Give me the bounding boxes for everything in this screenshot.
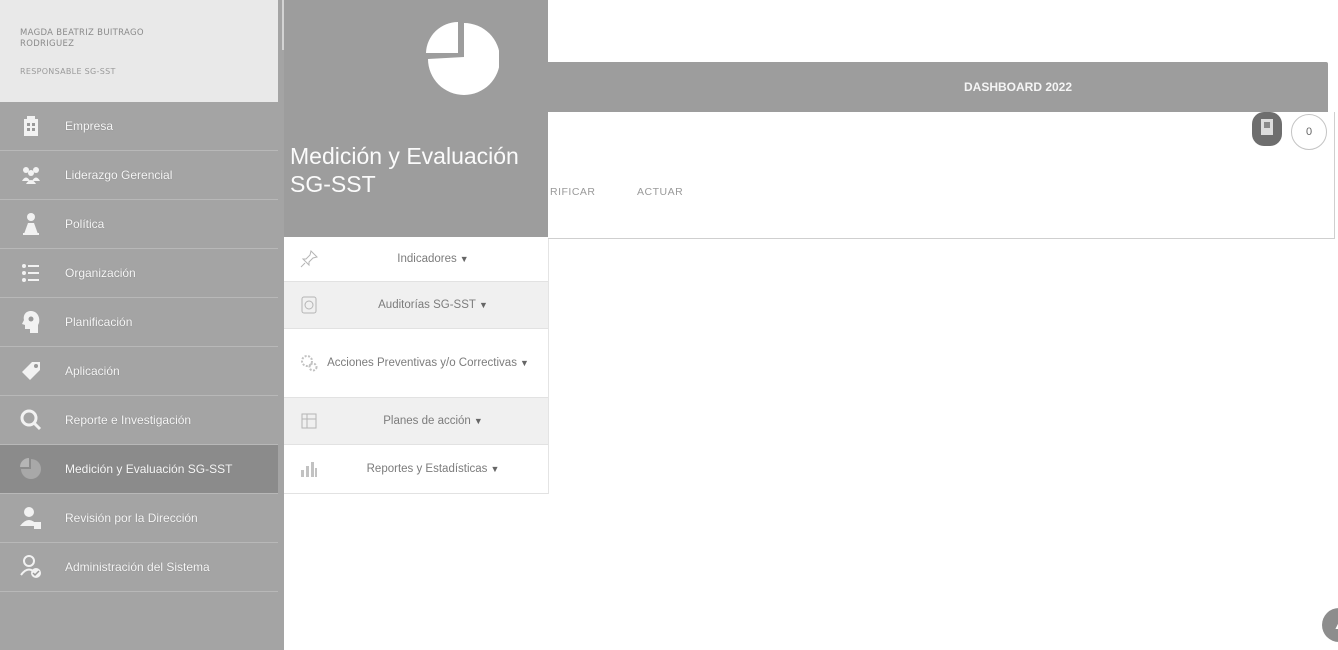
section-header: Medición y Evaluación SG-SST [284,0,548,237]
submenu-item-acciones[interactable]: Acciones Preventivas y/o Correctivas ▼ [284,329,548,398]
gears-icon [298,352,320,374]
caret-down-icon: ▼ [459,253,469,264]
sidebar-item-empresa[interactable]: Empresa [0,102,278,151]
submenu-item-label: Reportes y Estadísticas [366,462,488,475]
audit-icon [298,294,320,316]
bar-chart-icon [298,458,320,480]
sidebar-item-label: Administración del Sistema [65,560,210,574]
sidebar-item-label: Organización [65,266,136,280]
submenu-item-label: Planes de acción [383,414,471,427]
admin-user-icon [19,555,43,579]
chevron-up-icon: ▲ [1333,618,1338,632]
sidebar-item-label: Política [65,217,105,231]
sidebar-item-planificacion[interactable]: Planificación [0,298,278,347]
section-title: Medición y Evaluación SG-SST [290,143,519,197]
tab-actuar[interactable]: ACTUAR [637,186,683,198]
section-submenu: Indicadores ▼ Auditorías SG-SST ▼ Acciones… [284,237,549,494]
document-icon [1259,118,1275,141]
caret-down-icon: ▼ [519,357,529,368]
sidebar-item-politica[interactable]: Política [0,200,278,249]
team-icon [19,163,43,187]
caret-down-icon: ▼ [478,299,488,310]
user-profile: MAGDA BEATRIZ BUITRAGO RODRIGUEZ RESPONS… [0,0,278,102]
user-role: RESPONSABLE SG-SST [20,67,116,76]
sidebar-item-label: Reporte e Investigación [65,413,192,427]
user-name: MAGDA BEATRIZ BUITRAGO RODRIGUEZ [20,28,144,49]
dashboard-title: DASHBOARD 2022 [963,80,1073,94]
floating-help-button[interactable]: ▲ [1322,608,1338,642]
pie-chart-icon [19,457,43,481]
manager-icon [19,506,43,530]
pin-icon [298,248,320,270]
tab-verificar[interactable]: RIFICAR [550,186,596,198]
sidebar-menu: Empresa Liderazgo Gerencial Política Org… [0,102,278,592]
dashboard-action-button[interactable] [1252,112,1282,146]
dashboard-header: DASHBOARD 2022 [548,62,1328,112]
submenu-item-indicadores[interactable]: Indicadores ▼ [284,237,548,282]
dashboard-panel [548,112,1335,239]
sidebar-item-revision[interactable]: Revisión por la Dirección [0,494,278,543]
tag-icon [19,359,43,383]
sidebar-item-label: Liderazgo Gerencial [65,168,173,182]
list-icon [19,261,43,285]
dashboard-counter-button[interactable]: 0 [1291,114,1327,150]
sidebar-item-label: Aplicación [65,364,120,378]
sidebar: MAGDA BEATRIZ BUITRAGO RODRIGUEZ RESPONS… [0,0,284,650]
sidebar-item-label: Empresa [65,119,114,133]
counter-label: 0 [1305,126,1313,138]
submenu-item-auditorias[interactable]: Auditorías SG-SST ▼ [284,282,548,329]
sidebar-item-administracion[interactable]: Administración del Sistema [0,543,278,592]
submenu-item-reportes[interactable]: Reportes y Estadísticas ▼ [284,445,548,494]
sidebar-item-organizacion[interactable]: Organización [0,249,278,298]
submenu-item-planes[interactable]: Planes de acción ▼ [284,398,548,445]
pie-chart-icon [426,22,499,95]
building-icon [19,114,43,138]
magnifier-icon [19,408,43,432]
plan-icon [298,410,320,432]
sidebar-item-medicion[interactable]: Medición y Evaluación SG-SST [0,445,278,494]
sidebar-item-liderazgo[interactable]: Liderazgo Gerencial [0,151,278,200]
submenu-item-label: Indicadores [397,252,457,265]
submenu-item-label: Auditorías SG-SST [378,298,476,311]
sidebar-item-label: Planificación [65,315,133,329]
sidebar-item-aplicacion[interactable]: Aplicación [0,347,278,396]
caret-down-icon: ▼ [473,415,483,426]
sidebar-item-label: Revisión por la Dirección [65,511,198,525]
sidebar-item-label: Medición y Evaluación SG-SST [65,462,233,476]
sidebar-item-reporte[interactable]: Reporte e Investigación [0,396,278,445]
person-icon [19,212,43,236]
caret-down-icon: ▼ [490,463,500,474]
submenu-item-label: Acciones Preventivas y/o Correctivas [327,356,517,369]
head-icon [19,310,43,334]
